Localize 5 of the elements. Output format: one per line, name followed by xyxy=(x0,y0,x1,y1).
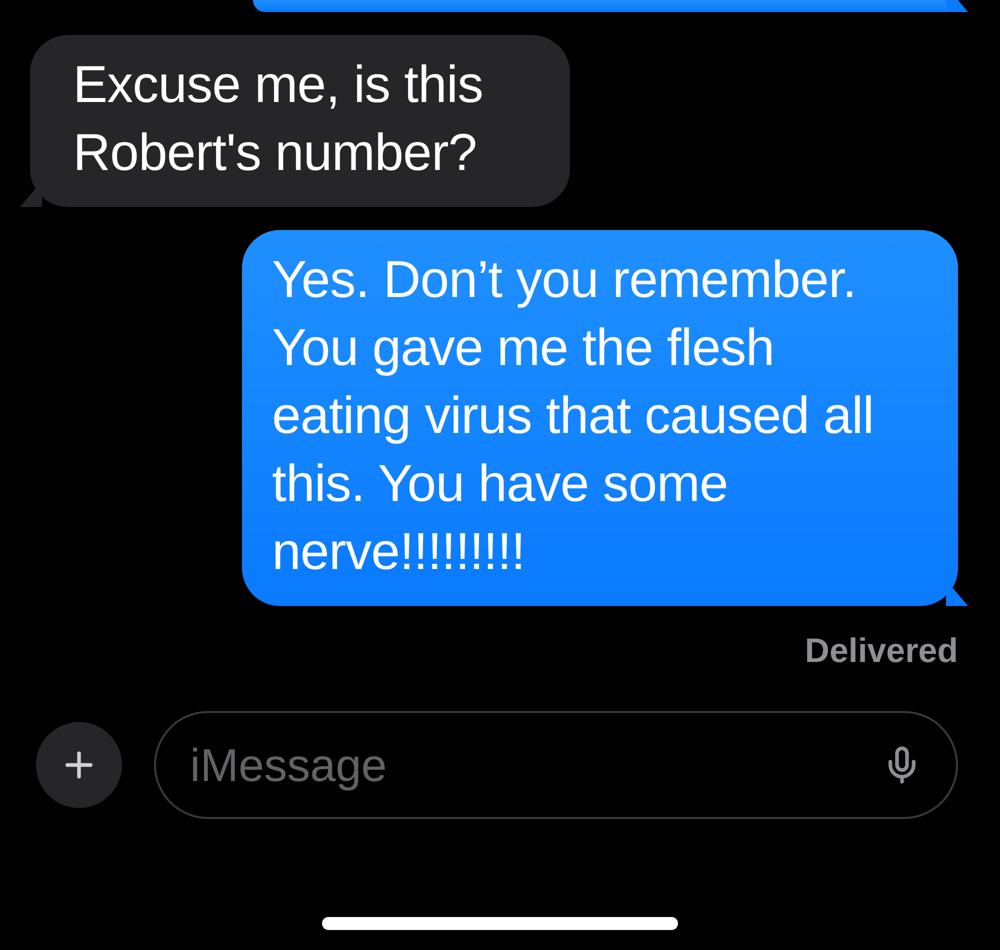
message-input[interactable]: iMessage xyxy=(188,737,882,793)
message-field[interactable]: iMessage xyxy=(154,711,958,819)
message-text: Excuse me, is this Robert's number? xyxy=(73,56,484,182)
message-text: Yes. Don’t you remember. You gave me the flesh eating virus that caused all this. You have some nerve!!!!!!!!! xyxy=(272,251,874,581)
delivery-status: Delivered xyxy=(804,632,958,671)
